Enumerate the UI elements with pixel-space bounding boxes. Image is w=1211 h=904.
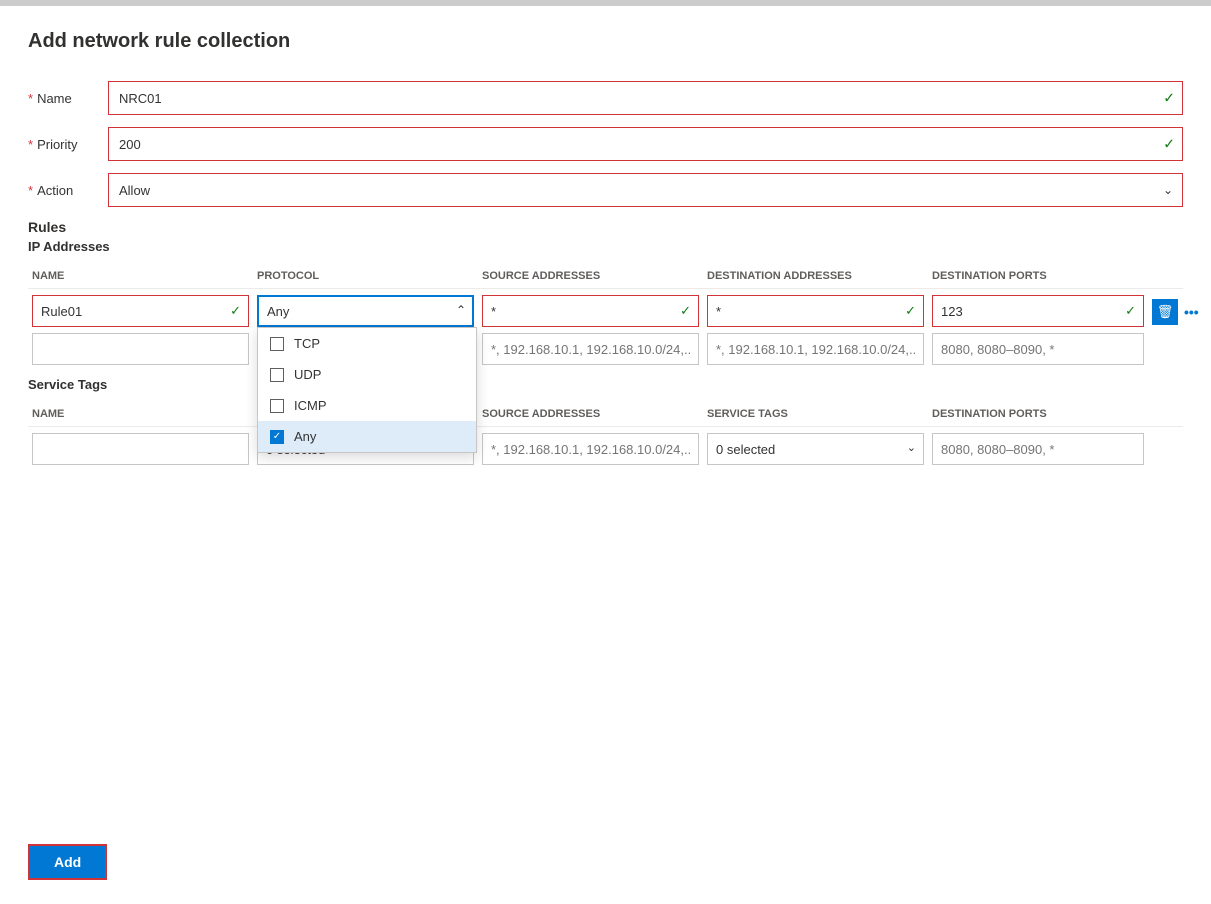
ip-table-row-1: ✓ ⌃ TCP UDP	[28, 295, 1183, 327]
any-option[interactable]: Any	[258, 421, 476, 452]
action-row: * Action Allow Deny ⌄	[28, 173, 1183, 207]
st-header-name: NAME	[28, 408, 253, 420]
empty-name-cell	[28, 333, 253, 365]
dest-check-icon: ✓	[905, 303, 916, 319]
name-required: *	[28, 91, 33, 106]
protocol-cell: ⌃ TCP UDP ICMP	[253, 295, 478, 327]
any-checkbox[interactable]	[270, 430, 284, 444]
priority-input-wrapper: ✓	[108, 127, 1183, 161]
empty-name-input[interactable]	[32, 333, 249, 365]
st-service-tags-select[interactable]: 0 selected	[707, 433, 924, 465]
ip-table-row-empty	[28, 333, 1183, 365]
row-actions: 🗑 •••	[1152, 295, 1204, 325]
name-input[interactable]	[108, 81, 1183, 115]
ip-header-ports: DESTINATION PORTS	[928, 270, 1148, 282]
icmp-label: ICMP	[294, 398, 327, 413]
protocol-wrapper: ⌃	[257, 295, 474, 327]
tcp-label: TCP	[294, 336, 320, 351]
empty-source-cell	[478, 333, 703, 365]
name-label: * Name	[28, 91, 108, 106]
name-input-wrapper: ✓	[108, 81, 1183, 115]
priority-row: * Priority ✓	[28, 127, 1183, 161]
protocol-input[interactable]	[257, 295, 474, 327]
content-area: Add network rule collection * Name ✓ * P…	[0, 6, 1211, 495]
st-empty-name-cell	[28, 433, 253, 465]
priority-label-text: Priority	[37, 137, 77, 152]
ip-header-source: SOURCE ADDRESSES	[478, 270, 703, 282]
empty-ports-input[interactable]	[932, 333, 1144, 365]
action-label: * Action	[28, 183, 108, 198]
st-header-ports: DESTINATION PORTS	[928, 408, 1148, 420]
service-tags-header: NAME PROTOCOL SOURCE ADDRESSES SERVICE T…	[28, 402, 1183, 427]
st-empty-ports-cell	[928, 433, 1148, 465]
priority-input[interactable]	[108, 127, 1183, 161]
st-empty-service-tags-cell: 0 selected ⌄	[703, 433, 928, 465]
name-label-text: Name	[37, 91, 72, 106]
source-check-icon: ✓	[680, 303, 691, 319]
dest-addr-cell: ✓	[703, 295, 928, 327]
st-header-source: SOURCE ADDRESSES	[478, 408, 703, 420]
name-check-icon: ✓	[1163, 90, 1175, 107]
action-select[interactable]: Allow Deny	[108, 173, 1183, 207]
st-empty-source-cell	[478, 433, 703, 465]
ip-table-header: NAME PROTOCOL SOURCE ADDRESSES DESTINATI…	[28, 264, 1183, 289]
name-row: * Name ✓	[28, 81, 1183, 115]
st-empty-source-input[interactable]	[482, 433, 699, 465]
dest-ports-cell: ✓	[928, 295, 1148, 327]
empty-ports-cell	[928, 333, 1148, 365]
footer: Add	[28, 828, 107, 880]
st-header-service-tags: SERVICE TAGS	[703, 408, 928, 420]
empty-dest-input[interactable]	[707, 333, 924, 365]
st-table-row-empty: 0 selected ⌄ 0 selected ⌄	[28, 433, 1183, 465]
source-addr-cell: ✓	[478, 295, 703, 327]
rule-name-input[interactable]	[32, 295, 249, 327]
source-addr-input[interactable]	[482, 295, 699, 327]
tcp-checkbox[interactable]	[270, 337, 284, 351]
rule-name-check-icon: ✓	[230, 303, 241, 319]
udp-label: UDP	[294, 367, 321, 382]
st-empty-ports-input[interactable]	[932, 433, 1144, 465]
page-container: Add network rule collection * Name ✓ * P…	[0, 0, 1211, 904]
any-label: Any	[294, 429, 316, 444]
priority-required: *	[28, 137, 33, 152]
row-actions-cell: 🗑 •••	[1148, 295, 1208, 325]
more-options-button[interactable]: •••	[1184, 304, 1199, 320]
protocol-chevron-icon: ⌃	[456, 303, 466, 317]
dest-ports-input[interactable]	[932, 295, 1144, 327]
priority-label: * Priority	[28, 137, 108, 152]
action-label-text: Action	[37, 183, 73, 198]
add-button[interactable]: Add	[28, 844, 107, 880]
ports-check-icon: ✓	[1125, 303, 1136, 319]
ip-header-destination: DESTINATION ADDRESSES	[703, 270, 928, 282]
ip-header-protocol: PROTOCOL	[253, 270, 478, 282]
delete-button[interactable]: 🗑	[1152, 299, 1178, 325]
ip-header-name: NAME	[28, 270, 253, 282]
ip-header-actions	[1148, 270, 1208, 282]
page-title: Add network rule collection	[28, 30, 1183, 53]
dest-addr-input[interactable]	[707, 295, 924, 327]
rule-name-cell: ✓	[28, 295, 253, 327]
icmp-checkbox[interactable]	[270, 399, 284, 413]
udp-option[interactable]: UDP	[258, 359, 476, 390]
udp-checkbox[interactable]	[270, 368, 284, 382]
rules-section-label: Rules	[28, 219, 1183, 235]
action-select-wrapper: Allow Deny ⌄	[108, 173, 1183, 207]
protocol-dropdown: TCP UDP ICMP Any	[257, 327, 477, 453]
empty-dest-cell	[703, 333, 928, 365]
st-service-tags-wrapper: 0 selected ⌄	[707, 433, 924, 465]
ip-addresses-label: IP Addresses	[28, 239, 1183, 254]
st-empty-name-input[interactable]	[32, 433, 249, 465]
service-tags-label: Service Tags	[28, 377, 1183, 392]
icmp-option[interactable]: ICMP	[258, 390, 476, 421]
priority-check-icon: ✓	[1163, 136, 1175, 153]
st-header-actions	[1148, 408, 1208, 420]
tcp-option[interactable]: TCP	[258, 328, 476, 359]
empty-source-input[interactable]	[482, 333, 699, 365]
action-required: *	[28, 183, 33, 198]
